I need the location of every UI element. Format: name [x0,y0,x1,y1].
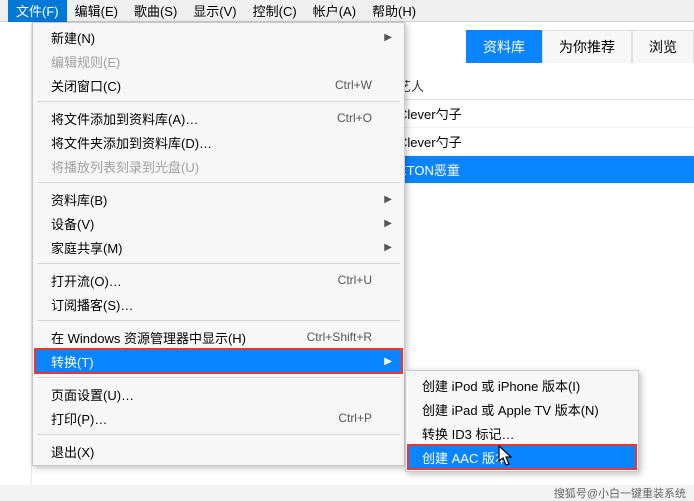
menu-item: 编辑规则(E) [35,49,402,73]
menu-item-label: 编辑规则(E) [51,52,372,71]
menu-item[interactable]: 关闭窗口(C) Ctrl+W [35,73,402,97]
menu-item[interactable]: 打印(P)… Ctrl+P [35,406,402,430]
menu-item[interactable]: 在 Windows 资源管理器中显示(H) Ctrl+Shift+R [35,325,402,349]
submenu-item[interactable]: 创建 iPod 或 iPhone 版本(I) [408,373,636,397]
menu-item[interactable]: 将文件添加到资料库(A)… Ctrl+O [35,106,402,130]
track-artist: ETON恶童 [388,160,694,179]
menu-item-label: 关闭窗口(C) [51,76,315,95]
menu-item-label: 在 Windows 资源管理器中显示(H) [51,328,287,347]
submenu-item-label: 转换 ID3 标记… [422,424,620,443]
file-menu: 新建(N) ▶ 编辑规则(E) 关闭窗口(C) Ctrl+W 将文件添加到资料库(A)… C… [32,22,405,466]
chevron-right-icon: ▶ [384,242,392,253]
menu-item[interactable]: 资料库(B) ▶ [35,187,402,211]
menu-item[interactable]: 转换(T) ▶ [35,349,402,373]
submenu-item[interactable]: 创建 AAC 版本 [408,445,636,469]
chevron-right-icon: ▶ [384,32,392,43]
menu-edit[interactable]: 编辑(E) [67,0,126,22]
menu-item-shortcut: Ctrl+U [338,273,372,287]
menu-control[interactable]: 控制(C) [245,0,305,22]
menu-item-label: 将文件夹添加到资料库(D)… [51,133,372,152]
menu-item-label: 资料库(B) [51,190,372,209]
submenu-item[interactable]: 转换 ID3 标记… [408,421,636,445]
menu-item[interactable]: 设备(V) ▶ [35,211,402,235]
menu-item: 将播放列表刻录到光盘(U) [35,154,402,178]
menu-item[interactable]: 新建(N) ▶ [35,25,402,49]
chevron-right-icon: ▶ [384,194,392,205]
menu-item-shortcut: Ctrl+W [335,78,372,92]
track-artist: Clever勺子 [388,132,694,151]
submenu-item[interactable]: 创建 iPad 或 Apple TV 版本(N) [408,397,636,421]
menu-item[interactable]: 打开流(O)… Ctrl+U [35,268,402,292]
menu-item-label: 设备(V) [51,214,372,233]
convert-submenu: 创建 iPod 或 iPhone 版本(I) 创建 iPad 或 Apple TV… [405,370,639,472]
chevron-right-icon: ▶ [384,356,392,367]
menu-item-label: 订阅播客(S)… [51,295,372,314]
submenu-item-label: 创建 iPod 或 iPhone 版本(I) [422,376,620,395]
menu-view[interactable]: 显示(V) [185,0,244,22]
menu-help[interactable]: 帮助(H) [364,0,424,22]
menu-item[interactable]: 家庭共享(M) ▶ [35,235,402,259]
menu-item-label: 打开流(O)… [51,271,318,290]
menubar: 文件(F) 编辑(E) 歌曲(S) 显示(V) 控制(C) 帐户(A) 帮助(H… [0,0,694,22]
menu-item-shortcut: Ctrl+O [337,111,372,125]
menu-item[interactable]: 退出(X) [35,439,402,463]
submenu-item-label: 创建 AAC 版本 [422,448,620,467]
submenu-item-label: 创建 iPad 或 Apple TV 版本(N) [422,400,620,419]
menu-item-label: 新建(N) [51,28,372,47]
col-artist-header[interactable]: 艺人 [388,76,694,95]
menu-item-label: 打印(P)… [51,409,318,428]
menu-item[interactable]: 将文件夹添加到资料库(D)… [35,130,402,154]
tab-library[interactable]: 资料库 [466,30,542,63]
sidebar-placeholder [0,22,32,485]
tab-browse[interactable]: 浏览 [632,30,694,63]
menu-item-label: 家庭共享(M) [51,238,372,257]
watermark: 搜狐号@小白一键重装系统 [0,485,694,501]
menu-item-shortcut: Ctrl+P [338,411,372,425]
tabs: 资料库 为你推荐 浏览 [466,30,694,63]
menu-item-shortcut: Ctrl+Shift+R [307,330,372,344]
menu-item-label: 退出(X) [51,442,372,461]
menu-song[interactable]: 歌曲(S) [126,0,185,22]
tab-for-you[interactable]: 为你推荐 [542,30,632,63]
menu-item-label: 将播放列表刻录到光盘(U) [51,157,372,176]
track-artist: Clever勺子 [388,104,694,123]
menu-item[interactable]: 订阅播客(S)… [35,292,402,316]
menu-item-label: 页面设置(U)… [51,385,372,404]
menu-item[interactable]: 页面设置(U)… [35,382,402,406]
menu-item-label: 将文件添加到资料库(A)… [51,109,317,128]
menu-item-label: 转换(T) [51,352,372,371]
menu-account[interactable]: 帐户(A) [305,0,364,22]
menu-file[interactable]: 文件(F) [8,0,67,22]
chevron-right-icon: ▶ [384,218,392,229]
